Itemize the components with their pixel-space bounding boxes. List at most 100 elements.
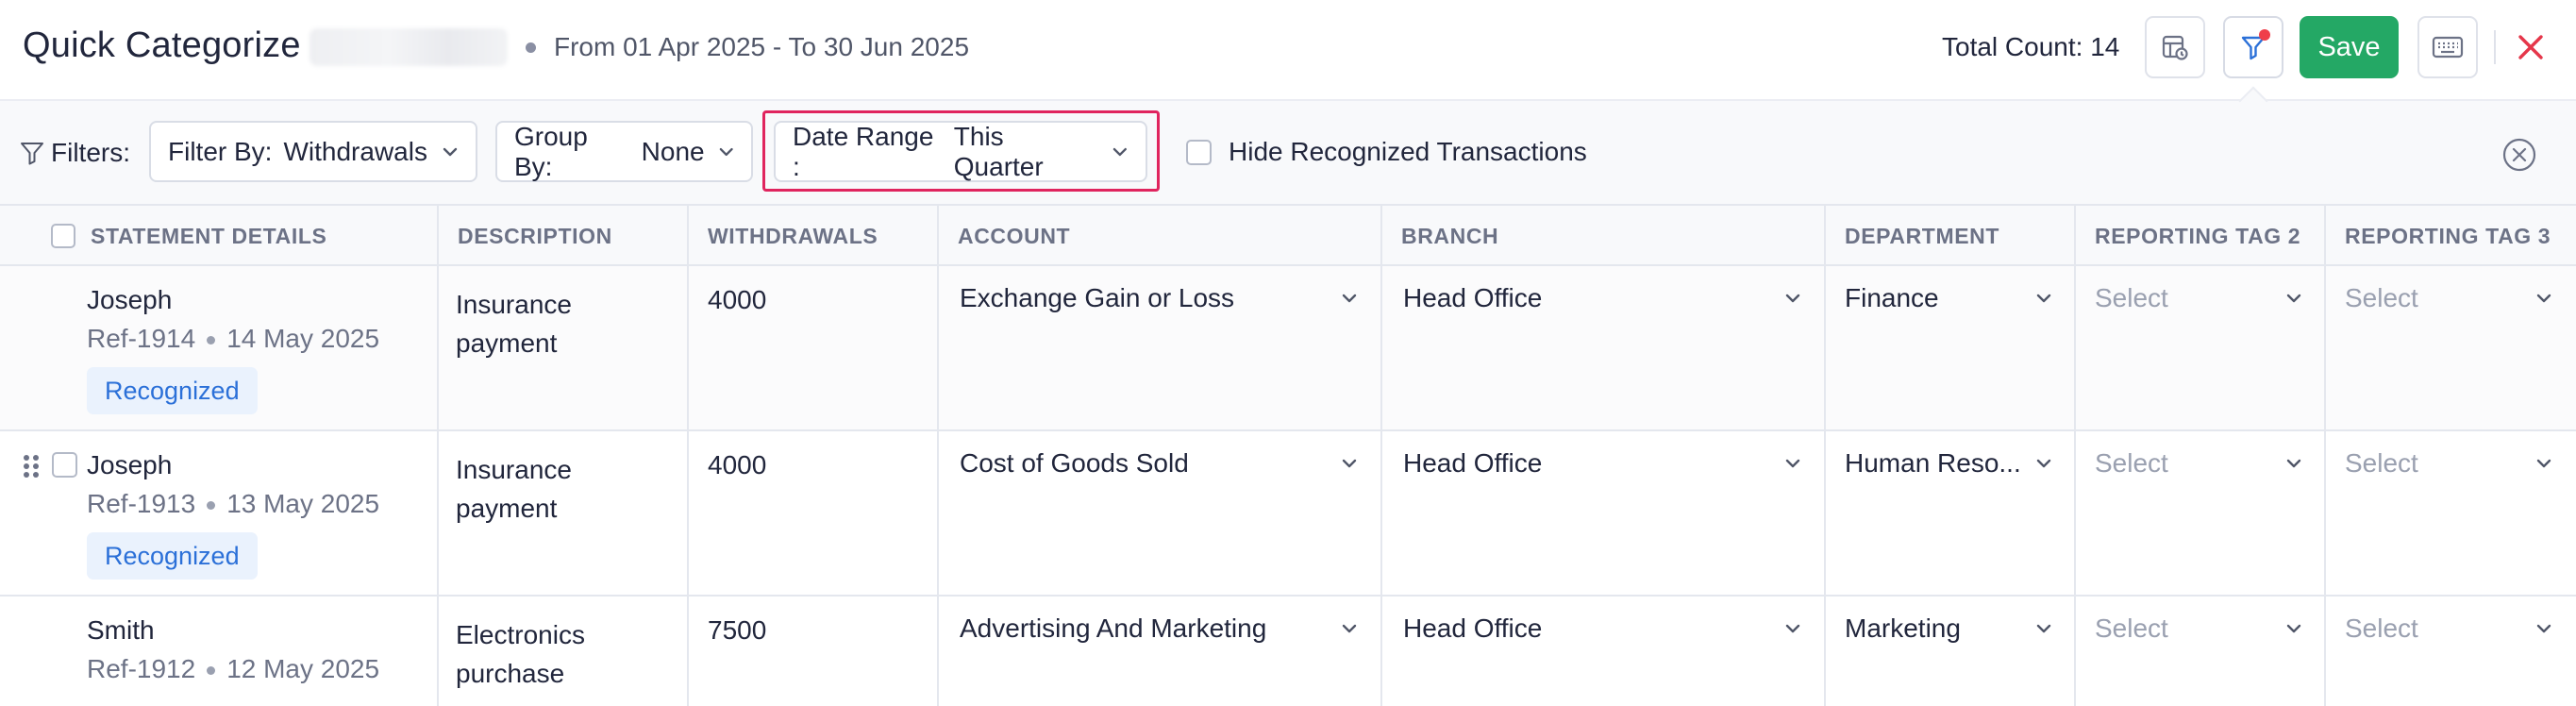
account-dropdown[interactable]: Advertising And Marketing xyxy=(939,597,1382,706)
chevron-down-icon xyxy=(2536,294,2551,303)
account-value: Cost of Goods Sold xyxy=(960,448,1189,478)
filter-by-value: Withdrawals xyxy=(283,136,427,166)
column-branch: BRANCH xyxy=(1382,206,1826,266)
branch-dropdown[interactable]: Head Office xyxy=(1382,431,1826,595)
date-to: 30 Jun 2025 xyxy=(823,32,970,61)
hide-recognized-checkbox[interactable] xyxy=(1186,139,1212,165)
withdrawal-cell: 4000 xyxy=(689,431,939,595)
column-reporting-tag-3: REPORTING TAG 3 xyxy=(2326,206,2576,266)
date-from-label: From xyxy=(554,32,616,61)
chevron-down-icon xyxy=(2536,459,2551,468)
keyboard-shortcuts-button[interactable] xyxy=(2417,16,2478,78)
meta-separator xyxy=(207,666,216,676)
column-label: REPORTING TAG 2 xyxy=(2095,223,2301,248)
close-icon[interactable] xyxy=(2512,28,2550,66)
column-label: WITHDRAWALS xyxy=(708,223,878,248)
column-label: REPORTING TAG 3 xyxy=(2345,223,2551,248)
chevron-down-icon xyxy=(443,147,458,156)
table-row[interactable]: Joseph Ref-1914 14 May 2025 Recognized In… xyxy=(0,266,2576,431)
description-cell: Insurance payment xyxy=(439,266,689,429)
select-all-checkbox[interactable] xyxy=(51,224,75,248)
reporting-tag-2-dropdown[interactable]: Select xyxy=(2076,597,2326,706)
branch-dropdown[interactable]: Head Office xyxy=(1382,266,1826,429)
reporting-tag-2-dropdown[interactable]: Select xyxy=(2076,431,2326,595)
withdrawal-cell: 7500 xyxy=(689,597,939,706)
department-dropdown[interactable]: Human Reso... xyxy=(1826,431,2076,595)
account-dropdown[interactable]: Exchange Gain or Loss xyxy=(939,266,1382,429)
chevron-down-icon xyxy=(1342,294,1357,303)
description-text: Insurance payment xyxy=(456,285,572,362)
chevron-down-icon xyxy=(2036,294,2051,303)
column-statement-details: STATEMENT DETAILS xyxy=(0,206,439,266)
filter-funnel-icon xyxy=(21,143,43,165)
column-label: DESCRIPTION xyxy=(458,223,612,248)
chevron-down-icon xyxy=(2536,624,2551,633)
department-dropdown[interactable]: Finance xyxy=(1826,266,2076,429)
tag-3-placeholder: Select xyxy=(2345,283,2418,312)
table-row[interactable]: Joseph Ref-1913 13 May 2025 Recognized In… xyxy=(0,431,2576,597)
account-value: Exchange Gain or Loss xyxy=(960,283,1235,312)
calendar-settings-button[interactable] xyxy=(2145,16,2205,78)
page-header: Quick Categorize From 01 Apr 2025 - To 3… xyxy=(0,0,2576,101)
hide-recognized-toggle[interactable]: Hide Recognized Transactions xyxy=(1186,137,1587,167)
chevron-down-icon xyxy=(2036,624,2051,633)
clear-circle-icon[interactable] xyxy=(2501,137,2537,173)
filter-by-dropdown[interactable]: Filter By: Withdrawals xyxy=(149,121,477,182)
account-dropdown[interactable]: Cost of Goods Sold xyxy=(939,431,1382,595)
date-range-dropdown[interactable]: Date Range : This Quarter xyxy=(774,121,1147,182)
header-separator-dot xyxy=(526,42,536,53)
total-count-value: 14 xyxy=(2090,32,2120,61)
tag-2-placeholder: Select xyxy=(2095,614,2168,643)
calendar-settings-icon xyxy=(2162,35,2188,60)
chevron-down-icon xyxy=(1342,624,1357,633)
chevron-down-icon xyxy=(2286,294,2301,303)
column-reporting-tag-2: REPORTING TAG 2 xyxy=(2076,206,2326,266)
branch-dropdown[interactable]: Head Office xyxy=(1382,597,1826,706)
description-line-1: Insurance xyxy=(456,455,572,484)
save-button[interactable]: Save xyxy=(2300,16,2399,78)
reporting-tag-2-dropdown[interactable]: Select xyxy=(2076,266,2326,429)
column-label: BRANCH xyxy=(1401,223,1499,248)
filters-label-text: Filters: xyxy=(51,138,130,167)
column-account: ACCOUNT xyxy=(939,206,1382,266)
column-withdrawals: WITHDRAWALS xyxy=(689,206,939,266)
header-date-range: From 01 Apr 2025 - To 30 Jun 2025 xyxy=(554,32,969,62)
statement-meta: Ref-1912 12 May 2025 xyxy=(87,654,379,684)
table-row[interactable]: Smith Ref-1912 12 May 2025 Electronics pu… xyxy=(0,597,2576,706)
drag-handle-icon[interactable] xyxy=(21,452,42,480)
statement-date: 14 May 2025 xyxy=(226,324,380,353)
reporting-tag-3-dropdown[interactable]: Select xyxy=(2326,431,2576,595)
chevron-down-icon xyxy=(1785,624,1800,633)
withdrawal-amount: 4000 xyxy=(708,285,767,314)
total-count-label: Total Count: xyxy=(1942,32,2083,61)
status-badge: Recognized xyxy=(87,532,258,580)
branch-value: Head Office xyxy=(1403,283,1543,312)
reporting-tag-3-dropdown[interactable]: Select xyxy=(2326,266,2576,429)
total-count: Total Count: 14 xyxy=(1942,32,2119,62)
payee-name: Smith xyxy=(87,615,155,645)
withdrawal-cell: 4000 xyxy=(689,266,939,429)
group-by-value: None xyxy=(641,136,705,166)
branch-value: Head Office xyxy=(1403,614,1543,643)
chevron-down-icon xyxy=(719,147,733,156)
withdrawal-amount: 4000 xyxy=(708,450,767,479)
filter-toggle-button[interactable] xyxy=(2223,16,2283,78)
statement-date: 13 May 2025 xyxy=(226,489,380,518)
column-label: DEPARTMENT xyxy=(1845,223,2000,248)
group-by-dropdown[interactable]: Group By: None xyxy=(495,121,753,182)
chevron-down-icon xyxy=(1113,147,1128,156)
page-title: Quick Categorize xyxy=(23,25,301,65)
description-line-2: purchase xyxy=(456,659,565,688)
reference-number: Ref-1913 xyxy=(87,489,196,518)
description-line-2: payment xyxy=(456,328,558,358)
department-dropdown[interactable]: Marketing xyxy=(1826,597,2076,706)
date-range-label: Date Range : xyxy=(793,121,934,181)
reporting-tag-3-dropdown[interactable]: Select xyxy=(2326,597,2576,706)
description-cell: Insurance payment xyxy=(439,431,689,595)
account-value: Advertising And Marketing xyxy=(960,614,1267,643)
group-by-label: Group By: xyxy=(514,121,588,181)
tag-3-placeholder: Select xyxy=(2345,448,2418,478)
redacted-account-name xyxy=(309,28,508,66)
row-select-checkbox[interactable] xyxy=(52,452,77,478)
department-value: Marketing xyxy=(1845,614,1961,643)
